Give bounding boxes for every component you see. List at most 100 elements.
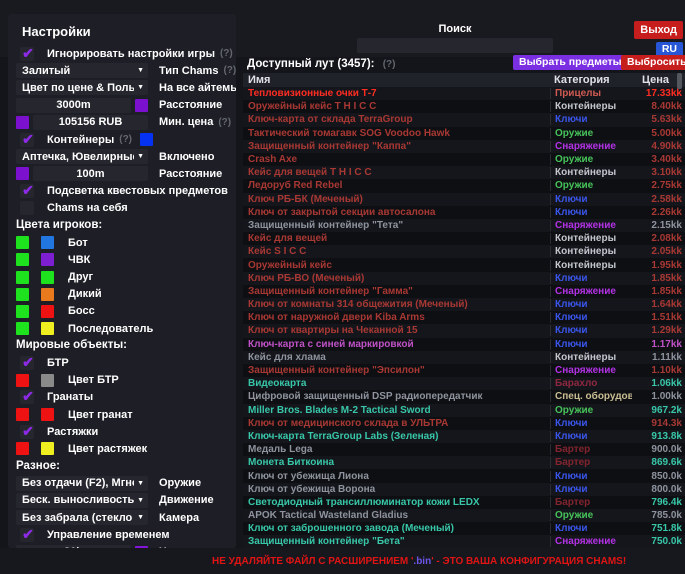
table-row[interactable]: APOK Tactical Wasteland GladiusОружие785… (243, 509, 685, 522)
color-swatch-secondary[interactable] (41, 288, 54, 301)
loot-help-icon: (?) (383, 59, 396, 70)
check-icon: ✔ (22, 527, 34, 541)
color-swatch-secondary[interactable] (41, 305, 54, 318)
table-row[interactable]: Ключ от заброшенного завода (Меченый)Клю… (243, 522, 685, 535)
search-input[interactable] (357, 38, 553, 53)
settings-row: Цвет по цене & Пользовательс▼На все айте… (8, 79, 236, 96)
color-swatch-primary[interactable] (16, 442, 29, 455)
table-row[interactable]: Светодиодный трансиллюминатор кожи LEDXБ… (243, 496, 685, 509)
table-row[interactable]: Ключ от комнаты 314 общежития (Меченый)К… (243, 298, 685, 311)
table-row[interactable]: Ледоруб Red RebelОружие2.75kk (243, 179, 685, 192)
item-name: Ключ-карта от склада TerraGroup (243, 114, 550, 125)
color-swatch-secondary[interactable] (41, 253, 54, 266)
table-row[interactable]: Crash AxeОружие3.40kk (243, 153, 685, 166)
table-row[interactable]: Оружейный кейсКонтейнеры1.95kk (243, 258, 685, 271)
color-swatch[interactable] (135, 99, 148, 112)
table-row[interactable]: Монета БиткоинаБартер869.6k (243, 456, 685, 469)
settings-row: Цвет гранат (8, 406, 236, 423)
color-swatch-secondary[interactable] (41, 442, 54, 455)
color-swatch-primary[interactable] (16, 408, 29, 421)
color-swatch-secondary[interactable] (41, 322, 54, 335)
table-row[interactable]: Защищенный контейнер "Каппа"Снаряжение4.… (243, 140, 685, 153)
color-swatch-secondary[interactable] (41, 408, 54, 421)
table-row[interactable]: Ключ-карта с синей маркировкойКлючи1.17k… (243, 338, 685, 351)
table-row[interactable]: Тепловизионные очки Т-7Прицелы17.33kk (243, 87, 685, 100)
table-row[interactable]: Защищенный контейнер "Тета"Снаряжение2.1… (243, 219, 685, 232)
settings-row: Без отдачи (F2), Мгновенное п▼Оружие (8, 475, 236, 492)
table-row[interactable]: Ключ РБ-ВО (Меченый)Ключи1.85kk (243, 272, 685, 285)
color-swatch[interactable] (140, 133, 153, 146)
table-row[interactable]: Кейс для хламаКонтейнеры1.11kk (243, 351, 685, 364)
table-row[interactable]: Miller Bros. Blades M-2 Tactical SwordОр… (243, 404, 685, 417)
checkbox[interactable] (20, 201, 34, 215)
dropdown[interactable]: Цвет по цене & Пользовательс▼ (16, 80, 148, 95)
color-swatch-secondary[interactable] (41, 236, 54, 249)
table-row[interactable]: Ключ-карта от склада TerraGroupКлючи5.63… (243, 113, 685, 126)
drop-all-button[interactable]: Выбросить все (621, 55, 685, 70)
item-category: Ключи (550, 312, 632, 323)
checkbox[interactable]: ✔ (20, 47, 34, 61)
item-name: Защищенный контейнер "Эпсилон" (243, 365, 550, 376)
color-swatch-primary[interactable] (16, 305, 29, 318)
table-row[interactable]: Ключ-карта TerraGroup Labs (Зеленая)Ключ… (243, 430, 685, 443)
color-swatch-primary[interactable] (16, 288, 29, 301)
checkbox[interactable]: ✔ (20, 184, 34, 198)
table-row[interactable]: Ключ от квартиры на Чеканной 15Ключи1.29… (243, 324, 685, 337)
dropdown[interactable]: Аптечка, Ювелирные и...▼ (16, 149, 148, 164)
checkbox[interactable]: ✔ (20, 356, 34, 370)
table-row[interactable]: Ключ от убежища ВоронаКлючи800.0k (243, 483, 685, 496)
value-input[interactable]: 100m (33, 166, 148, 181)
table-row[interactable]: Ключ РБ-БК (Меченый)Ключи2.58kk (243, 193, 685, 206)
settings-row: Друг (8, 268, 236, 285)
color-swatch-primary[interactable] (16, 322, 29, 335)
checkbox[interactable]: ✔ (20, 528, 34, 542)
table-row[interactable]: Тактический томагавк SOG Voodoo HawkОруж… (243, 127, 685, 140)
table-row[interactable]: Защищенный контейнер "Эпсилон"Снаряжение… (243, 364, 685, 377)
chevron-down-icon: ▼ (137, 84, 144, 91)
color-swatch[interactable] (16, 167, 29, 180)
dropdown[interactable]: Без забрала (стекло шлема)▼ (16, 510, 148, 525)
dropdown[interactable]: Беск. выносливость и нет уста▼ (16, 493, 148, 508)
table-row[interactable]: Ключ от убежища ЛионаКлючи850.0k (243, 469, 685, 482)
color-swatch-primary[interactable] (16, 253, 29, 266)
color-swatch-primary[interactable] (16, 271, 29, 284)
setting-label: Дикий (68, 288, 102, 300)
value-input[interactable]: 3000m (16, 98, 131, 113)
checkbox[interactable]: ✔ (20, 425, 34, 439)
table-row[interactable]: Кейс для вещейКонтейнеры2.08kk (243, 232, 685, 245)
settings-row: Цвет растяжек (8, 440, 236, 457)
table-row[interactable]: Защищенный контейнер "Гамма"Снаряжение1.… (243, 285, 685, 298)
item-category: Ключи (550, 207, 632, 218)
item-category: Контейнеры (550, 260, 632, 271)
setting-label: Управление временем (47, 529, 170, 541)
item-price: 1.85kk (632, 286, 685, 297)
table-row[interactable]: Кейс S I C CКонтейнеры2.05kk (243, 245, 685, 258)
table-scrollbar-thumb[interactable] (677, 73, 682, 89)
table-row[interactable]: Ключ от наружной двери Kiba ArmsКлючи1.5… (243, 311, 685, 324)
item-category: Контейнеры (550, 233, 632, 244)
table-row[interactable]: Защищенный контейнер "Бета"Снаряжение750… (243, 535, 685, 548)
table-row[interactable]: Ключ от закрытой секции автосалонаКлючи2… (243, 206, 685, 219)
item-category: Ключи (550, 484, 632, 495)
color-swatch-secondary[interactable] (41, 271, 54, 284)
dropdown[interactable]: Залитый▼ (16, 63, 148, 78)
table-row[interactable]: Оружейный кейс T H I C CКонтейнеры8.40kk (243, 100, 685, 113)
table-row[interactable]: Ключ от медицинского склада в УЛЬТРАКлюч… (243, 417, 685, 430)
color-swatch-primary[interactable] (16, 374, 29, 387)
color-swatch[interactable] (16, 116, 29, 129)
item-price: 1.11kk (632, 352, 685, 363)
item-category: Ключи (550, 418, 632, 429)
item-name: Ключ от квартиры на Чеканной 15 (243, 325, 550, 336)
value-input[interactable]: 105156 RUB (33, 115, 148, 130)
color-swatch-primary[interactable] (16, 236, 29, 249)
dropdown[interactable]: Без отдачи (F2), Мгновенное п▼ (16, 476, 148, 491)
table-row[interactable]: ВидеокартаБарахло1.06kk (243, 377, 685, 390)
table-row[interactable]: Цифровой защищенный DSP радиопередатчикС… (243, 390, 685, 403)
checkbox[interactable]: ✔ (20, 390, 34, 404)
table-row[interactable]: Медаль LegaБартер900.0k (243, 443, 685, 456)
checkbox[interactable]: ✔ (20, 133, 34, 147)
exit-button[interactable]: Выход (634, 21, 683, 39)
color-swatch-secondary[interactable] (41, 374, 54, 387)
table-row[interactable]: Кейс для вещей T H I C CКонтейнеры3.10kk (243, 166, 685, 179)
settings-row: ЧВК (8, 251, 236, 268)
